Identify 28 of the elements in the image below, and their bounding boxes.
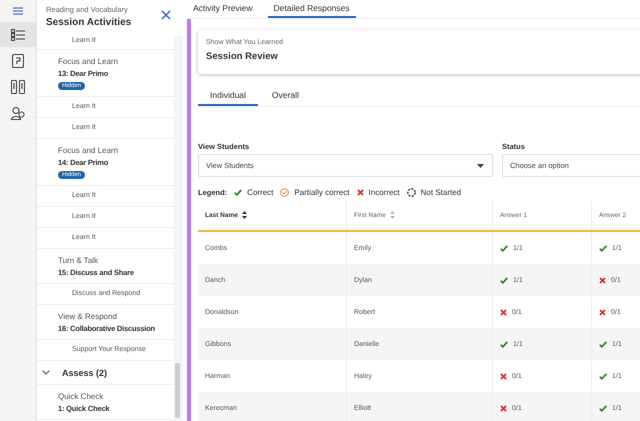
card-title: Session Review (206, 51, 279, 62)
tab[interactable]: Activity Preview (187, 0, 259, 18)
close-button[interactable] (159, 8, 173, 22)
list-icon (11, 28, 25, 40)
menu-icon[interactable] (13, 7, 23, 15)
panel-title: Session Activities (46, 17, 132, 28)
notebook-icon (12, 54, 24, 68)
view-tab[interactable]: Individual (198, 86, 258, 106)
people-icon (11, 106, 25, 120)
lesson-category: Focus and Learn (58, 146, 120, 155)
section-header[interactable]: Assess (2) (37, 361, 174, 385)
lesson-category: Focus and Learn (58, 57, 120, 66)
scrollbar-thumb[interactable] (175, 363, 180, 418)
legend-text: Correct (247, 188, 274, 196)
tab[interactable]: Detailed Responses (268, 0, 356, 18)
lesson-category: View & Respond (58, 312, 118, 321)
caret-icon (477, 164, 484, 168)
close-icon (161, 10, 171, 20)
section-title: Assess (2) (62, 368, 108, 378)
sort-icon[interactable] (242, 211, 247, 219)
book-icon (11, 80, 25, 94)
rail-item[interactable] (0, 22, 36, 47)
view-tab[interactable]: Overall (260, 86, 311, 106)
legend-text: Not Started (420, 188, 462, 196)
legend-text: Incorrect (368, 188, 400, 196)
lesson-category: Quick Check (58, 392, 104, 401)
lesson-category: Turn & Talk (58, 256, 100, 265)
legend-text: Partially correct (294, 188, 350, 196)
